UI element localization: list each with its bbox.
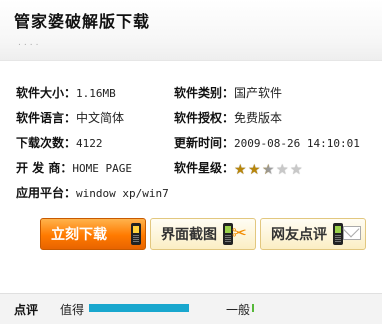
developer-value: HOME PAGE — [72, 162, 132, 175]
average-label: 一般 — [226, 303, 251, 317]
downloads-label: 下载次数： — [16, 136, 77, 150]
platform-value: window xp/win7 — [76, 187, 169, 200]
rating-stars: ★★★★★ — [234, 163, 304, 177]
info-row-rating: 软件星级：★★★★★ — [174, 159, 304, 177]
license-value: 免费版本 — [234, 111, 283, 125]
language-label: 软件语言： — [16, 111, 77, 125]
rating-label: 软件星级： — [174, 161, 235, 175]
info-row-language: 软件语言：中文简体 — [16, 109, 124, 125]
star-icon: ★ — [276, 162, 289, 178]
info-row-license: 软件授权：免费版本 — [174, 109, 282, 125]
worth-label: 值得 — [60, 303, 85, 317]
screenshots-label: 界面截图 — [161, 227, 217, 243]
updated-value: 2009-08-26 14:10:01 — [234, 137, 360, 150]
license-label: 软件授权： — [174, 111, 235, 125]
download-now-button[interactable]: 立刻下载 — [40, 218, 146, 250]
worth-meter-fill — [89, 304, 189, 312]
average-meter-marker — [252, 304, 254, 312]
star-icon: ★ — [248, 162, 261, 178]
info-row-downloads: 下载次数：4122 — [16, 134, 103, 150]
mobile-phone-icon — [131, 223, 141, 245]
worth-meter — [89, 304, 189, 312]
info-row-size: 软件大小：1.16MB — [16, 84, 116, 100]
platform-label: 应用平台： — [16, 186, 77, 200]
size-value: 1.16MB — [76, 87, 116, 100]
downloads-value: 4122 — [76, 137, 103, 150]
info-row-updated: 更新时间：2009-08-26 14:10:01 — [174, 134, 360, 150]
category-label: 软件类别： — [174, 86, 235, 100]
updated-label: 更新时间： — [174, 136, 235, 150]
star-icon: ★ — [234, 162, 247, 178]
title-dots: .... — [18, 38, 42, 48]
language-value: 中文简体 — [76, 111, 125, 125]
review-label: 点评 — [14, 303, 39, 317]
info-row-developer: 开 发 商：HOME PAGE — [16, 159, 132, 175]
screenshots-button[interactable]: 界面截图 ✂ — [150, 218, 256, 250]
user-reviews-label: 网友点评 — [271, 227, 327, 243]
info-row-platform: 应用平台：window xp/win7 — [16, 184, 169, 200]
mobile-phone-icon — [333, 223, 343, 245]
scissors-icon: ✂ — [231, 223, 247, 244]
page-title: 管家婆破解版下载 — [14, 12, 151, 31]
developer-label: 开 发 商： — [16, 161, 73, 175]
user-reviews-button[interactable]: 网友点评 — [260, 218, 366, 250]
envelope-icon — [343, 226, 361, 240]
review-bar: 点评 值得 一般 — [0, 293, 382, 324]
title-bar: 管家婆破解版下载 .... — [0, 0, 382, 61]
star-icon: ★ — [262, 162, 275, 178]
size-label: 软件大小： — [16, 86, 77, 100]
star-icon: ★ — [290, 162, 303, 178]
category-value: 国产软件 — [234, 86, 283, 100]
info-row-category: 软件类别：国产软件 — [174, 84, 282, 100]
download-now-label: 立刻下载 — [51, 227, 107, 243]
